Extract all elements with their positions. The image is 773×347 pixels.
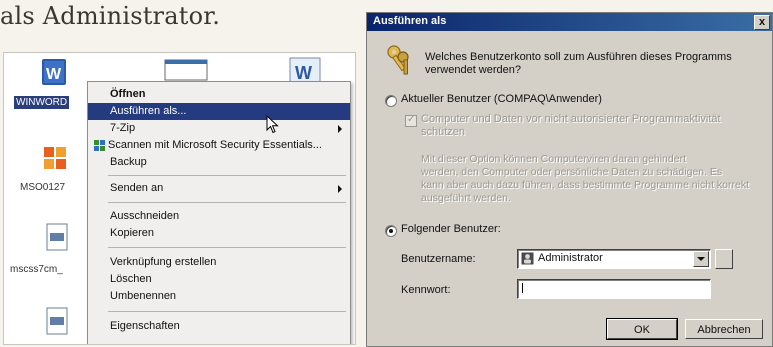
menu-item-send-to[interactable]: Senden an xyxy=(88,180,350,197)
office-icon[interactable] xyxy=(42,143,70,175)
svg-text:W: W xyxy=(295,63,312,83)
radio-current-user[interactable] xyxy=(385,95,397,107)
menu-item-copy[interactable]: Kopieren xyxy=(88,225,350,242)
dialog-prompt: Welches Benutzerkonto soll zum Ausführen… xyxy=(425,51,732,77)
svg-text:W: W xyxy=(46,66,62,83)
menu-item-label: 7-Zip xyxy=(110,122,136,134)
menu-item-7zip[interactable]: 7-Zip xyxy=(88,120,350,137)
desktop-icon-label[interactable]: WINWORD xyxy=(14,96,70,109)
security-essentials-icon xyxy=(94,140,105,151)
document-icon[interactable] xyxy=(46,223,68,255)
menu-item-label: Scannen mit Microsoft Security Essential… xyxy=(108,139,322,151)
radio-current-user-label[interactable]: Aktueller Benutzer (COMPAQ\Anwender) xyxy=(401,93,602,105)
menu-separator xyxy=(108,175,346,176)
browse-users-button[interactable] xyxy=(715,249,733,269)
radio-following-user-label[interactable]: Folgender Benutzer: xyxy=(401,223,501,235)
ok-button[interactable]: OK xyxy=(606,318,678,340)
protect-checkbox[interactable]: ✓ xyxy=(405,114,417,127)
protect-info-text: Mit dieser Option können Computerviren d… xyxy=(421,153,749,205)
menu-item-backup[interactable]: Backup xyxy=(88,154,350,171)
user-icon xyxy=(521,252,534,265)
info-line: Mit dieser Option können Computerviren d… xyxy=(421,153,686,165)
menu-item-open[interactable]: Öffnen xyxy=(88,86,350,103)
document-icon[interactable] xyxy=(46,307,68,339)
password-label: Kennwort: xyxy=(401,284,451,296)
desktop-screenshot: W WINWORD MSO0127 mscss7cm_ W Öffnen Aus… xyxy=(3,52,356,345)
submenu-arrow-icon xyxy=(338,185,342,193)
cancel-button[interactable]: Abbrechen xyxy=(685,319,763,339)
check-icon: ✓ xyxy=(407,114,416,125)
menu-item-run-as[interactable]: Ausführen als... xyxy=(88,103,350,120)
menu-item-label: Senden an xyxy=(110,182,164,194)
protect-checkbox-label: Computer und Daten vor nicht autorisiert… xyxy=(421,113,721,139)
checkbox-label-line: Computer und Daten vor nicht autorisiert… xyxy=(421,113,721,125)
dialog-title: Ausführen als xyxy=(373,15,447,27)
username-combobox[interactable]: Administrator xyxy=(517,249,711,269)
desktop-icon-label[interactable]: mscss7cm_ xyxy=(10,264,63,275)
info-line: ausgeführt werden. xyxy=(421,192,511,204)
info-line: kann aber auch dazu führen, dass bestimm… xyxy=(421,179,749,191)
submenu-arrow-icon xyxy=(338,125,342,133)
menu-item-rename[interactable]: Umbenennen xyxy=(88,288,350,305)
menu-separator xyxy=(108,202,346,203)
radio-following-user[interactable] xyxy=(385,225,397,237)
info-line: werden, den Computer oder persönliche Da… xyxy=(421,166,723,178)
username-label: Benutzername: xyxy=(401,253,476,265)
menu-item-scan-security-essentials[interactable]: Scannen mit Microsoft Security Essential… xyxy=(88,137,350,154)
context-menu: Öffnen Ausführen als... 7-Zip Scannen mi… xyxy=(87,81,351,344)
run-as-dialog: Ausführen als x Welches Benutzerkonto so… xyxy=(366,12,773,347)
keys-icon xyxy=(387,45,409,75)
dialog-prompt-line: verwendet werden? xyxy=(425,64,522,76)
mouse-cursor-icon xyxy=(266,115,279,134)
password-field[interactable] xyxy=(517,279,711,299)
close-button[interactable]: x xyxy=(754,15,770,30)
menu-item-cut[interactable]: Ausschneiden xyxy=(88,208,350,225)
text-caret xyxy=(522,283,523,293)
menu-item-delete[interactable]: Löschen xyxy=(88,271,350,288)
menu-item-create-shortcut[interactable]: Verknüpfung erstellen xyxy=(88,254,350,271)
dialog-titlebar[interactable]: Ausführen als x xyxy=(367,13,772,31)
combobox-dropdown-button[interactable] xyxy=(693,251,709,267)
menu-separator xyxy=(108,311,346,312)
page-heading: als Administrator. xyxy=(0,2,221,30)
chevron-down-icon xyxy=(697,257,705,261)
desktop-icon-label[interactable]: MSO0127 xyxy=(20,182,65,193)
checkbox-label-line: schützen xyxy=(421,126,466,138)
dialog-prompt-line: Welches Benutzerkonto soll zum Ausführen… xyxy=(425,51,732,63)
username-value: Administrator xyxy=(538,252,603,264)
radio-selected-dot xyxy=(389,229,393,233)
menu-separator xyxy=(108,247,346,248)
word-icon[interactable]: W xyxy=(40,57,68,91)
menu-item-properties[interactable]: Eigenschaften xyxy=(88,318,350,335)
